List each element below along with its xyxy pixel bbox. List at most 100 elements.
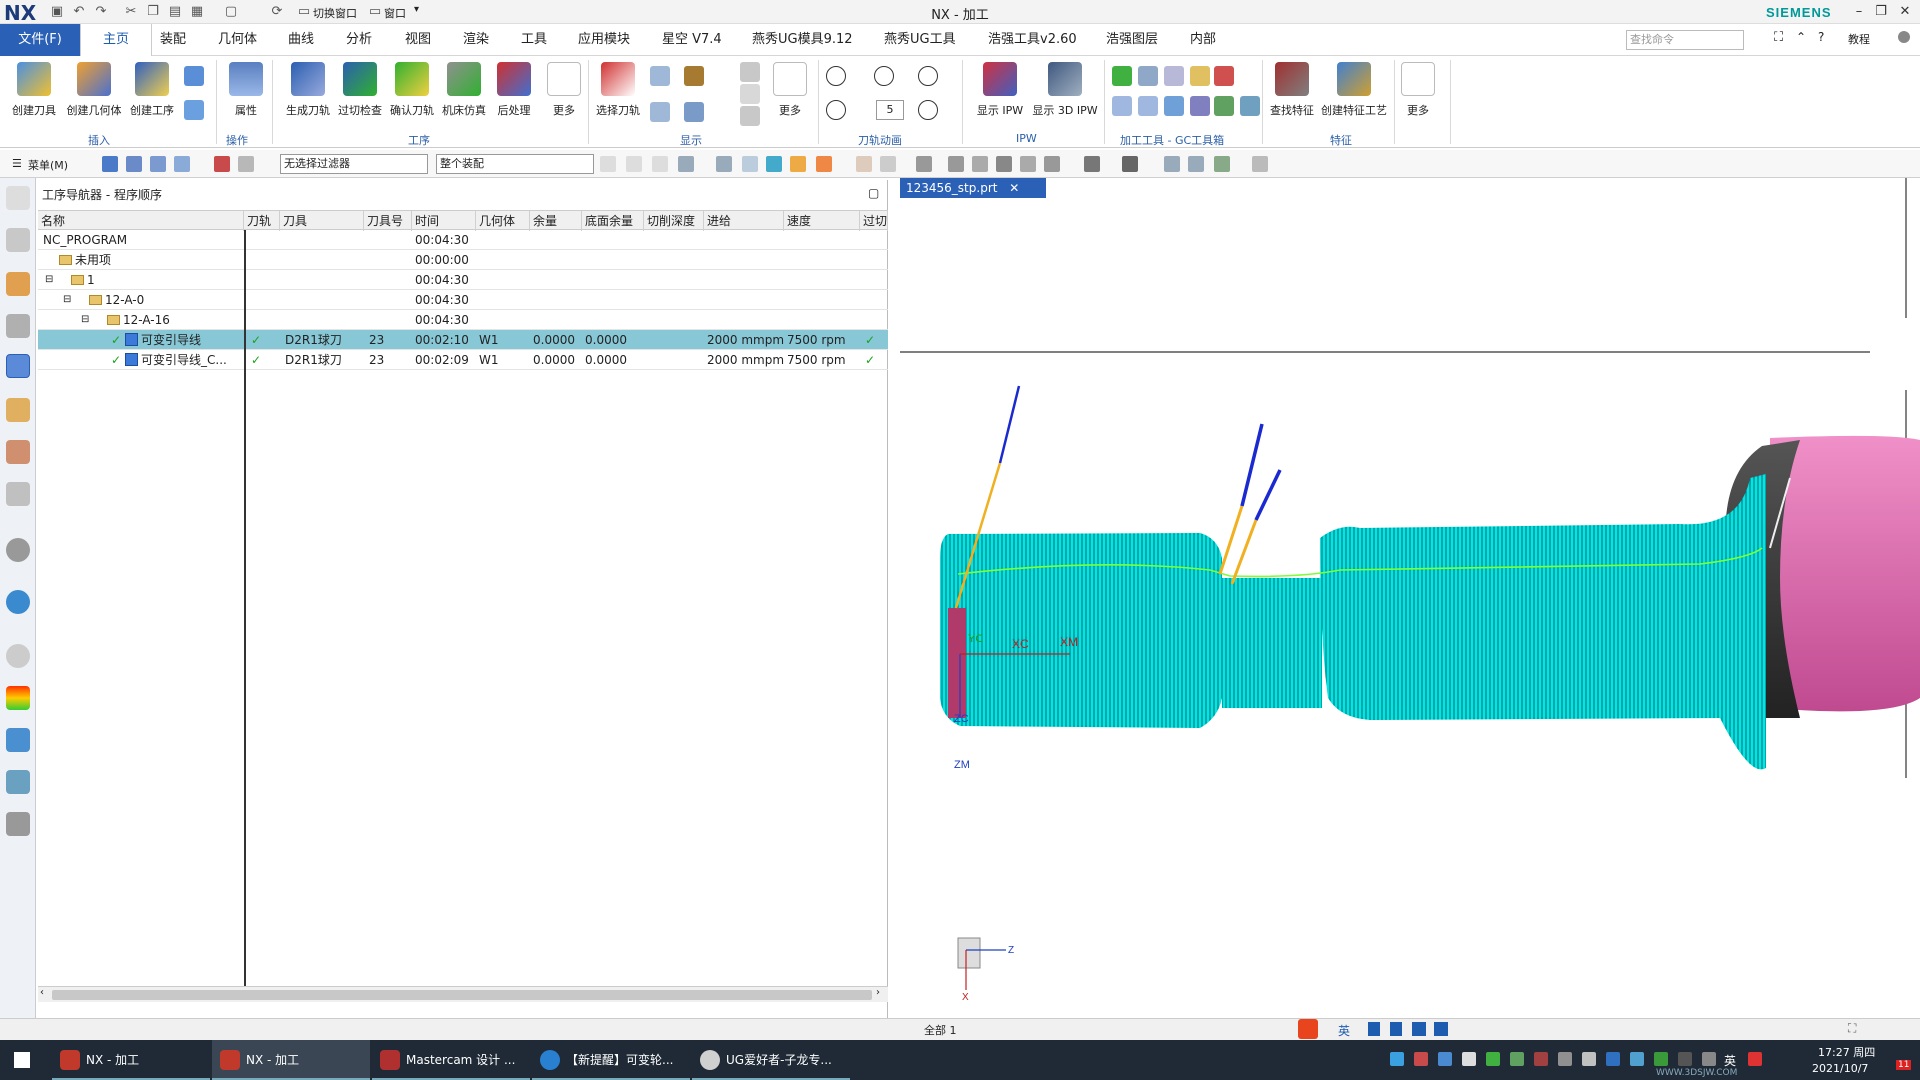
hamburger-icon[interactable]: ☰ bbox=[12, 157, 22, 170]
assembly-navigator-icon[interactable] bbox=[6, 272, 30, 296]
settings-icon[interactable] bbox=[6, 186, 30, 210]
gc-tool-icon[interactable] bbox=[1138, 66, 1158, 86]
tray-app-icon[interactable] bbox=[1558, 1052, 1572, 1066]
keyboard-icon[interactable] bbox=[1412, 1022, 1426, 1036]
graphics-window[interactable]: XC XM YC ZC ZM Z X bbox=[900, 178, 1920, 1018]
collapse-ribbon-icon[interactable]: ⌃ bbox=[1796, 30, 1806, 44]
shaded-icon[interactable] bbox=[856, 156, 872, 172]
tree-row-nc-program[interactable]: NC_PROGRAM 00:04:30 bbox=[38, 230, 888, 250]
notification-badge[interactable]: 11 bbox=[1896, 1060, 1912, 1070]
find-feature-button[interactable]: 查找特征 bbox=[1262, 62, 1322, 118]
create-geometry-button[interactable]: 创建几何体 bbox=[64, 62, 124, 118]
more-feature-button[interactable]: 更多 bbox=[1388, 62, 1448, 118]
info-icon[interactable] bbox=[6, 538, 30, 562]
col-feed[interactable]: 进给 bbox=[704, 211, 784, 231]
properties-button[interactable]: 属性 bbox=[216, 62, 276, 118]
clock-date[interactable]: 2021/10/7 bbox=[1812, 1062, 1868, 1075]
layer-icon[interactable] bbox=[740, 84, 760, 104]
col-tool[interactable]: 刀具 bbox=[280, 211, 364, 231]
feature-navigator-icon[interactable] bbox=[6, 440, 30, 464]
tray-app-icon[interactable] bbox=[1606, 1052, 1620, 1066]
verify-toolpath-button[interactable]: 确认刀轨 bbox=[382, 62, 442, 118]
select-toolpath-button[interactable]: 选择刀轨 bbox=[588, 62, 648, 118]
snap-intersect-icon[interactable] bbox=[742, 156, 758, 172]
tray-app-icon[interactable] bbox=[1438, 1052, 1452, 1066]
window-menu-button[interactable]: 窗口 bbox=[384, 5, 406, 21]
constraint-navigator-icon[interactable] bbox=[6, 314, 30, 338]
gc-settings-icon[interactable] bbox=[1240, 96, 1260, 116]
gc-list-icon[interactable] bbox=[1138, 96, 1158, 116]
tab-haoqiang-layer[interactable]: 浩强图层 bbox=[1106, 29, 1158, 51]
gc-copy-icon[interactable] bbox=[1112, 96, 1132, 116]
web-browser-icon[interactable] bbox=[6, 590, 30, 614]
display-cut-icon[interactable] bbox=[650, 102, 670, 122]
view-orient-icon[interactable] bbox=[996, 156, 1012, 172]
volume-icon[interactable] bbox=[1702, 1052, 1716, 1066]
snap-mid-icon[interactable] bbox=[678, 156, 694, 172]
print-icon[interactable]: ▢ bbox=[222, 3, 240, 21]
gouge-check-button[interactable]: 过切检查 bbox=[330, 62, 390, 118]
create-operation-button[interactable]: 创建工序 bbox=[122, 62, 182, 118]
generate-toolpath-button[interactable]: 生成刀轨 bbox=[278, 62, 338, 118]
part-navigator-icon[interactable] bbox=[6, 228, 30, 252]
tutorial-link[interactable]: 教程 bbox=[1848, 31, 1870, 47]
tab-curve[interactable]: 曲线 bbox=[288, 29, 314, 51]
move-down-icon[interactable] bbox=[740, 106, 760, 126]
snap-edge-icon[interactable] bbox=[816, 156, 832, 172]
selection-filter-dropdown[interactable]: 无选择过滤器 bbox=[280, 154, 428, 174]
col-gouge[interactable]: 过切 bbox=[860, 211, 888, 231]
taskbar-app-nx-2[interactable]: NX - 加工 bbox=[212, 1040, 370, 1080]
machine-tool-view-icon[interactable] bbox=[126, 156, 142, 172]
restore-icon[interactable]: ❐ bbox=[1870, 2, 1892, 22]
history-icon[interactable] bbox=[6, 644, 30, 668]
tree-row-12-a-0[interactable]: ⊟ 12-A-0 00:04:30 bbox=[38, 290, 888, 310]
snap-point-icon[interactable] bbox=[626, 156, 642, 172]
view-zoom-icon[interactable] bbox=[948, 156, 964, 172]
rewind-icon[interactable] bbox=[826, 66, 846, 86]
show-hide-icon[interactable] bbox=[1164, 156, 1180, 172]
tray-app-icon[interactable] bbox=[1486, 1052, 1500, 1066]
fullscreen-icon[interactable]: ⛶ bbox=[1774, 30, 1783, 45]
view-section-icon[interactable] bbox=[1020, 156, 1036, 172]
percent-icon[interactable] bbox=[1252, 156, 1268, 172]
play-icon[interactable] bbox=[918, 66, 938, 86]
scroll-left-icon[interactable]: ‹ bbox=[40, 987, 44, 998]
view-camera-icon[interactable] bbox=[1044, 156, 1060, 172]
tab-tools[interactable]: 工具 bbox=[521, 29, 547, 51]
gc-layout-icon[interactable] bbox=[1190, 96, 1210, 116]
tray-app-icon[interactable] bbox=[1414, 1052, 1428, 1066]
undo-icon[interactable]: ↶ bbox=[70, 3, 88, 21]
render-solid-icon[interactable] bbox=[1122, 156, 1138, 172]
tree-row-12-a-16[interactable]: ⊟ 12-A-16 00:04:30 bbox=[38, 310, 888, 330]
tab-assembly[interactable]: 装配 bbox=[160, 29, 186, 51]
filter-icon[interactable] bbox=[214, 156, 230, 172]
settings-dot-icon[interactable] bbox=[1898, 31, 1910, 43]
tray-app-icon[interactable] bbox=[1654, 1052, 1668, 1066]
copy-icon[interactable]: ❐ bbox=[144, 3, 162, 21]
select-icon[interactable] bbox=[238, 156, 254, 172]
taskbar-app-browser-1[interactable]: 【新提醒】可变轮... bbox=[532, 1040, 690, 1080]
step-back-icon[interactable] bbox=[826, 100, 846, 120]
tray-app-icon[interactable] bbox=[1582, 1052, 1596, 1066]
clock-time[interactable]: 17:27 周四 bbox=[1818, 1044, 1875, 1060]
tab-geometry[interactable]: 几何体 bbox=[218, 29, 257, 51]
scrollbar-thumb[interactable] bbox=[52, 990, 872, 1000]
model-view[interactable]: XC XM YC ZC ZM Z X bbox=[900, 178, 1920, 1018]
file-menu-button[interactable]: 文件(F) bbox=[0, 24, 80, 56]
maximize-panel-icon[interactable]: ▢ bbox=[868, 186, 879, 200]
tab-xingkong[interactable]: 星空 V7.4 bbox=[662, 29, 722, 51]
paste-icon[interactable]: ▤ bbox=[166, 3, 184, 21]
gc-machine-icon[interactable] bbox=[1214, 96, 1234, 116]
operation-navigator-icon[interactable] bbox=[6, 354, 30, 378]
tab-haoqiang-tools[interactable]: 浩强工具v2.60 bbox=[988, 29, 1077, 51]
taskbar-app-browser-2[interactable]: UG爱好者-子龙专... bbox=[692, 1040, 850, 1080]
create-tool-button[interactable]: 创建刀具 bbox=[4, 62, 64, 118]
col-floor-stock[interactable]: 底面余量 bbox=[582, 211, 644, 231]
tab-render[interactable]: 渲染 bbox=[463, 29, 489, 51]
show-ipw-button[interactable]: 显示 IPW bbox=[970, 62, 1030, 118]
more-display-button[interactable]: 更多 bbox=[760, 62, 820, 118]
col-name[interactable]: 名称 bbox=[38, 211, 244, 231]
tab-analysis[interactable]: 分析 bbox=[346, 29, 372, 51]
visibility-icon[interactable] bbox=[1188, 156, 1204, 172]
snap-center-icon[interactable] bbox=[716, 156, 732, 172]
